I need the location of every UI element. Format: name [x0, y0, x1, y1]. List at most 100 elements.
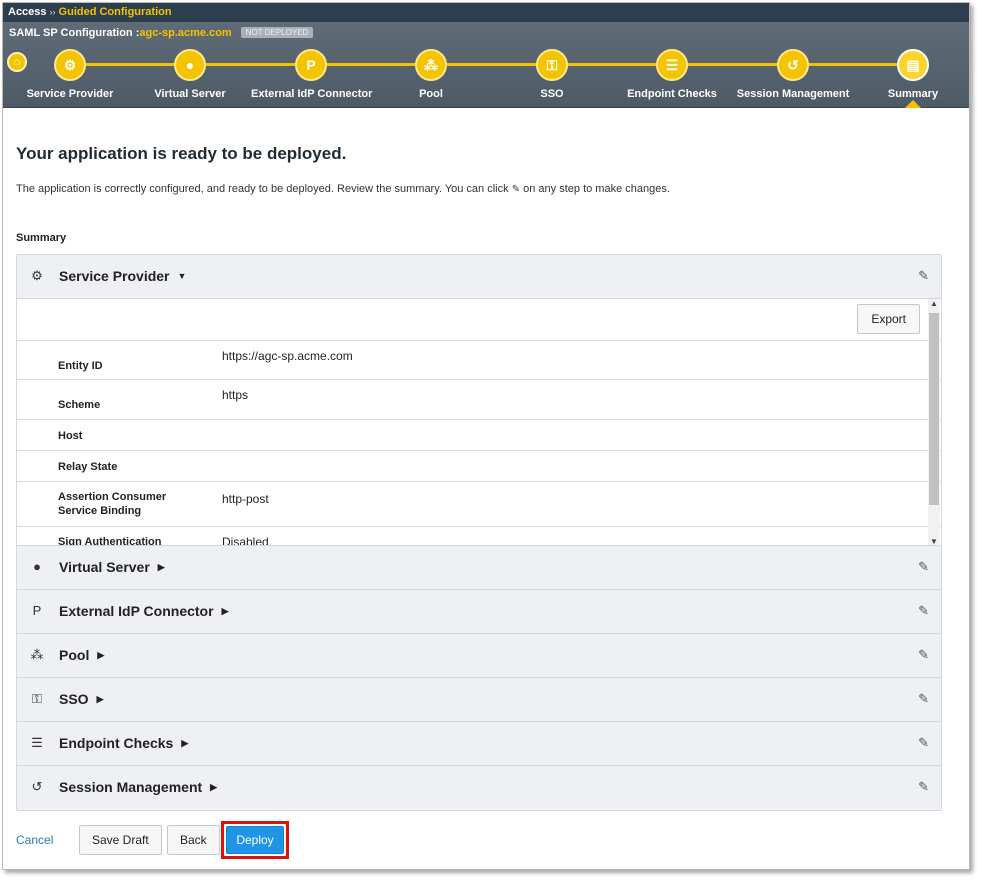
wizard-step-virtual-server[interactable]: ● Virtual Server: [130, 49, 250, 100]
breadcrumb-current[interactable]: Guided Configuration: [59, 6, 172, 18]
detail-value: https://agc-sp.acme.com: [222, 349, 353, 363]
app-window: Access ›› Guided Configuration SAML SP Con…: [2, 2, 970, 870]
gears-icon: ⚙: [54, 49, 86, 81]
edit-pencil-icon[interactable]: ✎: [918, 603, 929, 619]
detail-row: Relay State: [17, 451, 941, 482]
summary-icon: ▤: [897, 49, 929, 81]
wizard-step-label: Endpoint Checks: [627, 88, 717, 100]
wizard-step-pool[interactable]: ⁂ Pool: [371, 49, 491, 100]
panel-title-text: Endpoint Checks: [59, 735, 174, 751]
caret-right-icon[interactable]: ▶: [181, 738, 188, 749]
breadcrumb: Access ›› Guided Configuration: [3, 3, 969, 22]
detail-row: Assertion Consumer Service Binding http-p…: [17, 482, 941, 527]
config-host: agc-sp.acme.com: [139, 27, 232, 39]
intro-text-start: The application is correctly configured,…: [16, 183, 509, 195]
panel-header-service-provider[interactable]: ⚙ Service Provider ▼ ✎: [17, 255, 941, 299]
panel-header-sso[interactable]: ⚿ SSO ▶ ✎: [17, 678, 941, 722]
wizard-step-label: External IdP Connector: [251, 88, 373, 100]
panel-title-text: Session Management: [59, 779, 203, 795]
service-provider-details: Export Entity ID https://agc-sp.acme.com S…: [17, 299, 941, 546]
panel-header-pool[interactable]: ⁂ Pool ▶ ✎: [17, 634, 941, 678]
panel-title-text: Virtual Server: [59, 559, 150, 575]
wizard-title: SAML SP Configuration :agc-sp.acme.com N…: [9, 27, 314, 39]
detail-key: Relay State: [58, 461, 118, 473]
sitemap-icon: ⁂: [415, 49, 447, 81]
breadcrumb-separator: ››: [49, 7, 56, 17]
save-draft-button[interactable]: Save Draft: [79, 825, 162, 855]
panel-title-text: Pool: [59, 647, 90, 663]
connector-icon: P: [295, 49, 327, 81]
connector-icon: P: [32, 603, 42, 618]
detail-key: Host: [58, 430, 83, 442]
deploy-highlight: Deploy: [221, 821, 289, 859]
breadcrumb-root[interactable]: Access: [8, 6, 47, 18]
edit-pencil-icon[interactable]: ✎: [918, 268, 929, 284]
scrollbar-thumb[interactable]: [929, 313, 939, 505]
gears-icon: ⚙: [31, 268, 43, 283]
detail-row: Entity ID https://agc-sp.acme.com: [17, 341, 941, 380]
caret-right-icon[interactable]: ▶: [222, 606, 229, 617]
edit-pencil-icon[interactable]: ✎: [918, 735, 929, 751]
wizard-step-endpoint-checks[interactable]: ☰ Endpoint Checks: [612, 49, 732, 100]
scroll-down-icon[interactable]: ▼: [928, 537, 940, 545]
panel-title-text: Service Provider: [59, 268, 170, 284]
list-icon: ☰: [31, 735, 43, 750]
detail-key: Assertion Consumer Service Binding: [58, 491, 167, 517]
intro-text-end: on any step to make changes.: [523, 183, 670, 195]
scroll-up-icon[interactable]: ▲: [928, 299, 940, 308]
details-scrollbar[interactable]: ▲ ▼: [928, 299, 940, 545]
edit-pencil-icon[interactable]: ✎: [918, 559, 929, 575]
panel-title: Endpoint Checks ▶: [59, 735, 188, 751]
edit-pencil-icon[interactable]: ✎: [918, 779, 929, 795]
wizard-step-label: Summary: [887, 88, 939, 100]
intro-text: The application is correctly configured,…: [16, 183, 670, 195]
wizard-step-label: Session Management: [736, 88, 850, 100]
wizard-step-label: Pool: [419, 88, 443, 100]
panel-header-external-idp-connector[interactable]: P External IdP Connector ▶ ✎: [17, 590, 941, 634]
cancel-link[interactable]: Cancel: [16, 833, 53, 847]
caret-right-icon[interactable]: ▶: [158, 562, 165, 573]
globe-icon: ●: [33, 559, 41, 574]
status-badge: NOT DEPLOYED: [240, 27, 314, 38]
detail-value: http-post: [222, 492, 269, 506]
caret-right-icon[interactable]: ▶: [210, 782, 217, 793]
edit-pencil-icon[interactable]: ✎: [918, 691, 929, 707]
deploy-button[interactable]: Deploy: [226, 826, 284, 854]
key-icon: ⚿: [32, 691, 42, 706]
detail-key: Sign Authentication: [58, 536, 162, 546]
export-button[interactable]: Export: [857, 304, 920, 334]
panel-title-text: External IdP Connector: [59, 603, 214, 619]
wizard-step-label: Service Provider: [26, 88, 114, 100]
caret-right-icon[interactable]: ▶: [97, 650, 104, 661]
history-icon: ↺: [31, 779, 43, 794]
page-title: Your application is ready to be deployed…: [16, 144, 347, 163]
detail-value: Disabled: [222, 535, 269, 546]
detail-key: Scheme: [58, 399, 101, 411]
panel-title: Session Management ▶: [59, 779, 217, 795]
wizard-step-external-idp-connector[interactable]: P External IdP Connector: [251, 49, 373, 100]
back-button[interactable]: Back: [167, 825, 220, 855]
wizard-step-session-management[interactable]: ↺ Session Management: [733, 49, 853, 100]
wizard-header: SAML SP Configuration :agc-sp.acme.com N…: [3, 22, 969, 108]
wizard-step-sso[interactable]: ⚿ SSO: [492, 49, 612, 100]
wizard-step-service-provider[interactable]: ⚙ Service Provider: [10, 49, 130, 100]
panel-title: Pool ▶: [59, 647, 104, 663]
pencil-icon: ✎: [511, 184, 521, 195]
panel-title: Service Provider ▼: [59, 268, 186, 284]
panel-header-virtual-server[interactable]: ● Virtual Server ▶ ✎: [17, 546, 941, 590]
key-icon: ⚿: [536, 49, 568, 81]
wizard-step-summary[interactable]: ▤ Summary: [853, 49, 969, 100]
globe-icon: ●: [174, 49, 206, 81]
history-icon: ↺: [777, 49, 809, 81]
summary-panels: ⚙ Service Provider ▼ ✎ Export Entity ID ht…: [16, 254, 942, 811]
edit-pencil-icon[interactable]: ✎: [918, 647, 929, 663]
detail-key: Entity ID: [58, 360, 103, 372]
caret-right-icon[interactable]: ▶: [97, 694, 104, 705]
list-icon: ☰: [656, 49, 688, 81]
panel-header-session-management[interactable]: ↺ Session Management ▶ ✎: [17, 766, 941, 810]
panel-title: External IdP Connector ▶: [59, 603, 228, 619]
wizard-step-label: Virtual Server: [154, 88, 226, 100]
caret-down-icon[interactable]: ▼: [178, 271, 187, 281]
panel-header-endpoint-checks[interactable]: ☰ Endpoint Checks ▶ ✎: [17, 722, 941, 766]
active-step-indicator: [905, 100, 921, 108]
